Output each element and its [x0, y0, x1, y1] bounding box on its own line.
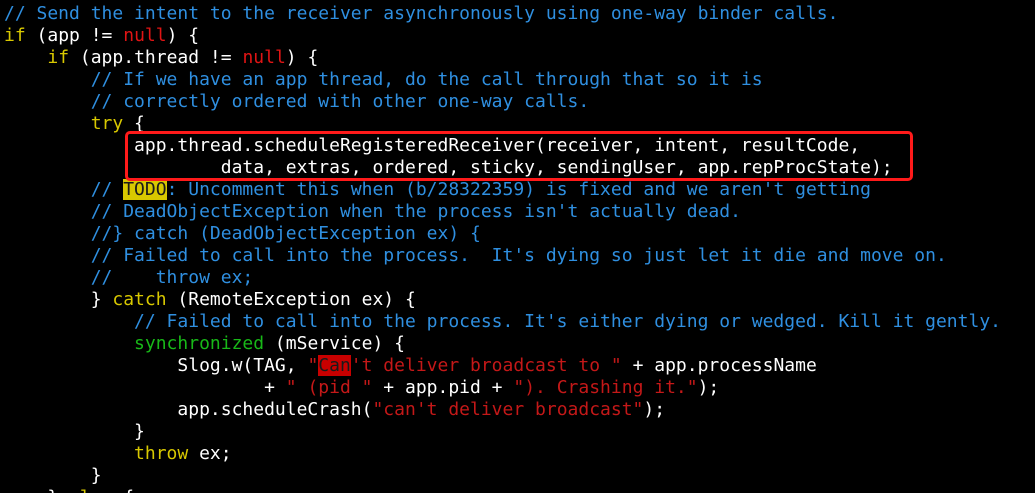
code-text: }	[4, 289, 113, 310]
code-text: {	[112, 487, 134, 493]
code-line-1: // Send the intent to the receiver async…	[4, 3, 838, 25]
comment-text: : Uncomment this when (b/28322359) is fi…	[166, 179, 871, 200]
code-line-2: if (app != null) {	[4, 25, 199, 47]
code-text: (mService) {	[264, 333, 405, 354]
code-line-11: //} catch (DeadObjectException ex) {	[4, 223, 481, 245]
code-line-13: // throw ex;	[4, 267, 254, 289]
comment-text: // If we have an app thread, do the call…	[4, 69, 763, 90]
code-text: (app.thread !=	[69, 47, 243, 68]
code-line-10: // DeadObjectException when the process …	[4, 201, 741, 223]
code-editor[interactable]: // Send the intent to the receiver async…	[0, 0, 1035, 493]
code-line-15: // Failed to call into the process. It's…	[4, 311, 1001, 333]
code-text: );	[697, 377, 720, 398]
literal-null: null	[242, 47, 286, 68]
code-line-5: // correctly ordered with other one-way …	[4, 91, 590, 113]
code-text: }	[4, 465, 102, 486]
code-line-8: data, extras, ordered, sticky, sendingUs…	[4, 157, 893, 179]
comment-text: // Failed to call into the process. It's…	[4, 311, 1001, 332]
keyword-try: try	[90, 113, 124, 134]
code-line-21: throw ex;	[4, 443, 232, 465]
comment-text: // correctly ordered with other one-way …	[4, 91, 590, 112]
code-line-9: // TODO: Uncomment this when (b/28322359…	[4, 179, 871, 201]
code-text: + app.pid +	[372, 377, 514, 398]
code-text: }	[4, 487, 69, 493]
code-text: (app !=	[25, 25, 124, 46]
code-line-23: } else {	[4, 487, 134, 493]
code-text: ) {	[166, 25, 200, 46]
code-line-22: }	[4, 465, 102, 487]
code-line-14: } catch (RemoteException ex) {	[4, 289, 416, 311]
code-text: {	[123, 113, 145, 134]
code-line-17: Slog.w(TAG, "Can't deliver broadcast to …	[4, 355, 817, 377]
string-literal: 't deliver broadcast to "	[350, 355, 622, 376]
code-text: (RemoteException ex) {	[166, 289, 416, 310]
keyword-throw: throw	[134, 443, 189, 464]
code-line-16: synchronized (mService) {	[4, 333, 405, 355]
code-line-20: }	[4, 421, 145, 443]
string-literal: "can't deliver broadcast"	[372, 399, 644, 420]
string-quote: "	[307, 355, 319, 376]
todo-marker: TODO	[123, 179, 167, 200]
code-line-18: + " (pid " + app.pid + "). Crashing it."…	[4, 377, 719, 399]
code-line-6: try {	[4, 113, 145, 135]
keyword-if: if	[47, 47, 70, 68]
string-literal: " (pid "	[285, 377, 373, 398]
code-text: ) {	[285, 47, 319, 68]
code-text: +	[4, 377, 286, 398]
comment-text: // Failed to call into the process. It's…	[4, 245, 947, 266]
code-text: Slog.w(TAG,	[4, 355, 308, 376]
code-text: + app.processName	[621, 355, 817, 376]
code-text: }	[4, 421, 145, 442]
string-literal: "). Crashing it."	[513, 377, 698, 398]
literal-null: null	[123, 25, 167, 46]
code-line-12: // Failed to call into the process. It's…	[4, 245, 947, 267]
code-text: app.scheduleCrash(	[4, 399, 373, 420]
comment-text: // Send the intent to the receiver async…	[4, 3, 839, 24]
keyword-if: if	[4, 25, 26, 46]
keyword-else: else	[69, 487, 112, 493]
code-text: app.thread.scheduleRegisteredReceiver(re…	[4, 135, 861, 156]
code-line-19: app.scheduleCrash("can't deliver broadca…	[4, 399, 665, 421]
search-highlight: Can	[318, 355, 351, 376]
code-line-3: if (app.thread != null) {	[4, 47, 318, 69]
code-line-7: app.thread.scheduleRegisteredReceiver(re…	[4, 135, 860, 157]
comment-text: //} catch (DeadObjectException ex) {	[4, 223, 481, 244]
comment-text: // DeadObjectException when the process …	[4, 201, 741, 222]
comment-text: // throw ex;	[4, 267, 254, 288]
keyword-catch: catch	[112, 289, 167, 310]
keyword-synchronized: synchronized	[134, 333, 265, 354]
comment-text: //	[4, 179, 124, 200]
code-text: );	[643, 399, 666, 420]
code-line-4: // If we have an app thread, do the call…	[4, 69, 763, 91]
code-text: data, extras, ordered, sticky, sendingUs…	[4, 157, 893, 178]
code-text: ex;	[188, 443, 232, 464]
